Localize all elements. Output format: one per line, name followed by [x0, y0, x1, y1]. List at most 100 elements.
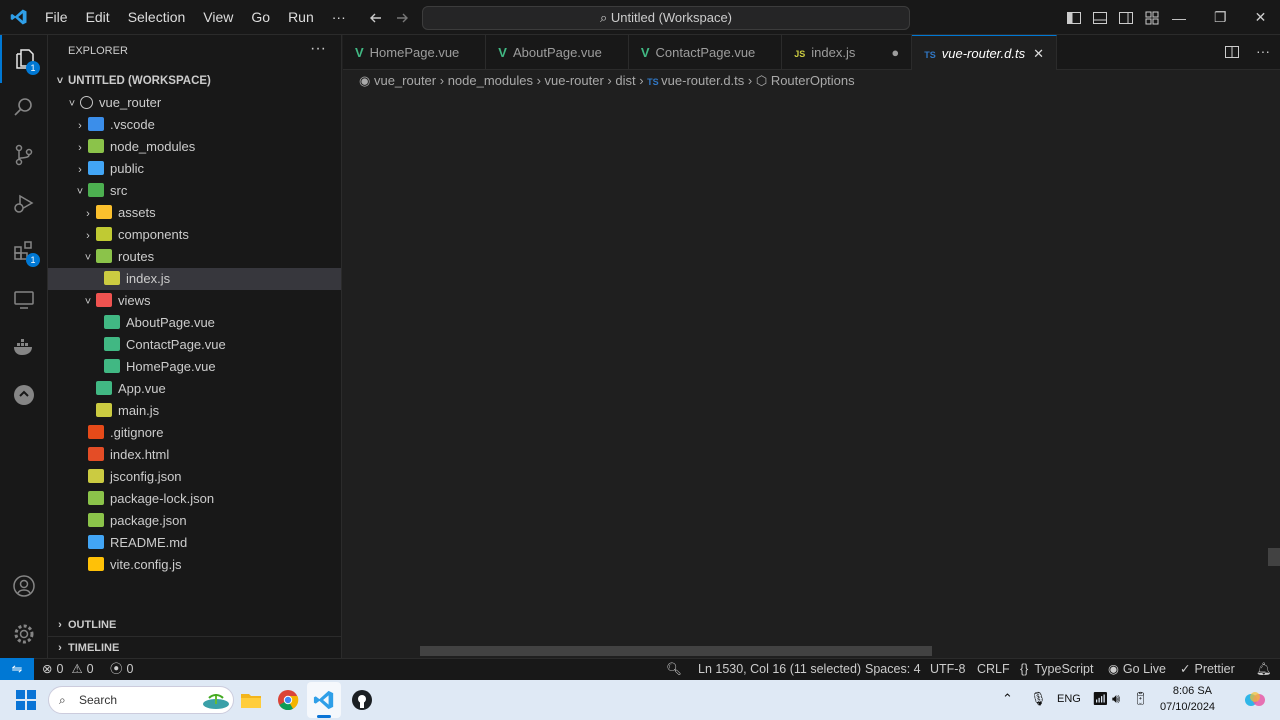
tree-item-vite-config-js[interactable]: vite.config.js [48, 554, 341, 576]
go-live-button[interactable]: ◉ Go Live [1108, 659, 1166, 680]
language-indicator[interactable]: ENG [1057, 693, 1081, 705]
accounts-activity[interactable] [0, 562, 48, 610]
tree-item-aboutpage-vue[interactable]: AboutPage.vue [48, 312, 341, 334]
tab-aboutpage-vue[interactable]: V AboutPage.vue [486, 35, 629, 70]
tree-item-node-modules[interactable]: › node_modules [48, 136, 341, 158]
tab-homepage-vue[interactable]: V HomePage.vue [343, 35, 487, 70]
explorer-activity[interactable]: 1 [0, 35, 48, 83]
tree-item-main-js[interactable]: main.js [48, 400, 341, 422]
github-icon[interactable] [351, 689, 373, 711]
tree-item-assets[interactable]: › assets [48, 202, 341, 224]
close-tab-icon[interactable]: ✕ [1033, 46, 1044, 61]
vscode-taskbar-button[interactable] [307, 682, 341, 718]
code-editor[interactable] [343, 92, 1280, 658]
horizontal-scrollbar-thumb[interactable] [420, 646, 932, 656]
tree-item-contactpage-vue[interactable]: ContactPage.vue [48, 334, 341, 356]
extensions-activity[interactable]: 1 [0, 227, 48, 275]
menu-item-go[interactable]: Go [242, 0, 279, 35]
clock[interactable]: 8:06 SA 07/10/2024 [1160, 683, 1215, 715]
more-actions-icon[interactable]: ··· [310, 40, 326, 58]
notifications-icon[interactable]: 🔔︎ [1256, 659, 1272, 680]
back-arrow-icon[interactable] [368, 10, 384, 26]
tree-item-public[interactable]: › public [48, 158, 341, 180]
forward-arrow-icon[interactable] [394, 10, 410, 26]
workspace-header[interactable]: ˅ UNTITLED (WORKSPACE) [48, 70, 341, 92]
tree-item-index-js[interactable]: index.js [48, 268, 341, 290]
docker-activity[interactable] [0, 323, 48, 371]
zoom-icon[interactable]: 🔍︎ [666, 659, 682, 680]
more-editor-actions-icon[interactable]: ··· [1256, 44, 1270, 60]
unsaved-dot-icon[interactable]: ● [891, 45, 899, 60]
split-editor-icon[interactable] [1224, 44, 1240, 60]
menu-item-file[interactable]: File [36, 0, 77, 35]
tree-item-homepage-vue[interactable]: HomePage.vue [48, 356, 341, 378]
menu-item-view[interactable]: View [194, 0, 242, 35]
wifi-icon[interactable]: 📶︎ [1092, 691, 1109, 707]
battery-icon[interactable]: 🔋︎ [1132, 691, 1149, 707]
eol-status[interactable]: CRLF [977, 659, 1010, 680]
breadcrumb-item[interactable]: vue_router [374, 73, 436, 88]
cursor-position[interactable]: Ln 1530, Col 16 (11 selected) [698, 659, 861, 680]
tree-item-index-html[interactable]: index.html [48, 444, 341, 466]
tree-item-package-json[interactable]: package.json [48, 510, 341, 532]
menu-item-run[interactable]: Run [279, 0, 323, 35]
toggle-sidebar-icon[interactable] [1066, 10, 1082, 26]
manage-activity[interactable] [0, 610, 48, 658]
breadcrumb-item[interactable]: vue-router [545, 73, 604, 88]
remote-indicator[interactable]: ⇋ [0, 658, 34, 680]
minimize-icon[interactable]: — [1172, 10, 1186, 26]
menu-item-edit[interactable]: Edit [77, 0, 119, 35]
windows-start-icon[interactable] [16, 690, 36, 710]
search-activity[interactable] [0, 83, 48, 131]
breadcrumb-item[interactable]: node_modules [448, 73, 533, 88]
microphone-icon[interactable]: 🎙︎ [1030, 691, 1047, 707]
remote-explorer-activity[interactable] [0, 275, 48, 323]
tab-contactpage-vue[interactable]: V ContactPage.vue [629, 35, 783, 70]
breadcrumb-item[interactable]: RouterOptions [771, 73, 855, 88]
taskbar-search[interactable]: ⌕ Search [48, 686, 234, 714]
tree-item-app-vue[interactable]: App.vue [48, 378, 341, 400]
customize-layout-icon[interactable] [1144, 10, 1160, 26]
tree-item-readme-md[interactable]: README.md [48, 532, 341, 554]
source-control-activity[interactable] [0, 131, 48, 179]
chevron-up-icon[interactable]: ⌃ [1002, 691, 1013, 707]
tab-vue-router-d-ts[interactable]: TS vue-router.d.ts ✕ [912, 35, 1057, 70]
menu-item-selection[interactable]: Selection [119, 0, 195, 35]
file-explorer-icon[interactable] [240, 689, 262, 711]
encoding-status[interactable]: UTF-8 [930, 659, 965, 680]
tab-index-js[interactable]: JS index.js ● [782, 35, 913, 70]
tree-item-src[interactable]: ˅ src [48, 180, 341, 202]
restore-icon[interactable]: ❐ [1214, 9, 1227, 26]
tree-item-package-lock-json[interactable]: package-lock.json [48, 488, 341, 510]
tree-item-routes[interactable]: ˅ routes [48, 246, 341, 268]
tree-item-vscode[interactable]: › .vscode [48, 114, 341, 136]
gitlens-activity[interactable] [0, 371, 48, 419]
toggle-secondary-sidebar-icon[interactable] [1118, 10, 1134, 26]
close-window-icon[interactable]: ✕ [1255, 9, 1267, 26]
tree-item-gitignore[interactable]: .gitignore [48, 422, 341, 444]
chrome-icon[interactable] [277, 689, 299, 711]
copilot-icon[interactable] [1244, 689, 1266, 711]
vertical-scrollbar-thumb[interactable] [1268, 548, 1280, 566]
ports-indicator[interactable]: ⦿ 0 [110, 659, 133, 680]
tree-item-jsconfig-json[interactable]: jsconfig.json [48, 466, 341, 488]
prettier-status[interactable]: ✓ Prettier [1180, 659, 1235, 680]
command-center[interactable]: ⌕ Untitled (Workspace) [422, 6, 910, 30]
file-icon [88, 513, 104, 527]
volume-icon[interactable]: 🔊︎ [1112, 691, 1120, 707]
breadcrumb-item[interactable]: dist [615, 73, 635, 88]
tree-item-views[interactable]: ˅ views [48, 290, 341, 312]
outline-section[interactable]: › OUTLINE [48, 614, 341, 636]
indentation-status[interactable]: Spaces: 4 [865, 659, 921, 680]
run-debug-activity[interactable] [0, 179, 48, 227]
problems-indicator[interactable]: ⊗ 0 ⚠ 0 [42, 659, 94, 680]
breadcrumb-item[interactable]: vue-router.d.ts [661, 73, 744, 88]
timeline-section[interactable]: › TIMELINE [48, 636, 341, 658]
tree-item-vue-router[interactable]: ˅ vue_router [48, 92, 341, 114]
menu-item-more[interactable]: ··· [323, 0, 355, 35]
toggle-panel-icon[interactable] [1092, 10, 1108, 26]
minimap[interactable] [1195, 92, 1267, 658]
tree-item-components[interactable]: › components [48, 224, 341, 246]
file-icon [88, 425, 104, 439]
language-mode[interactable]: {} TypeScript [1020, 659, 1093, 680]
